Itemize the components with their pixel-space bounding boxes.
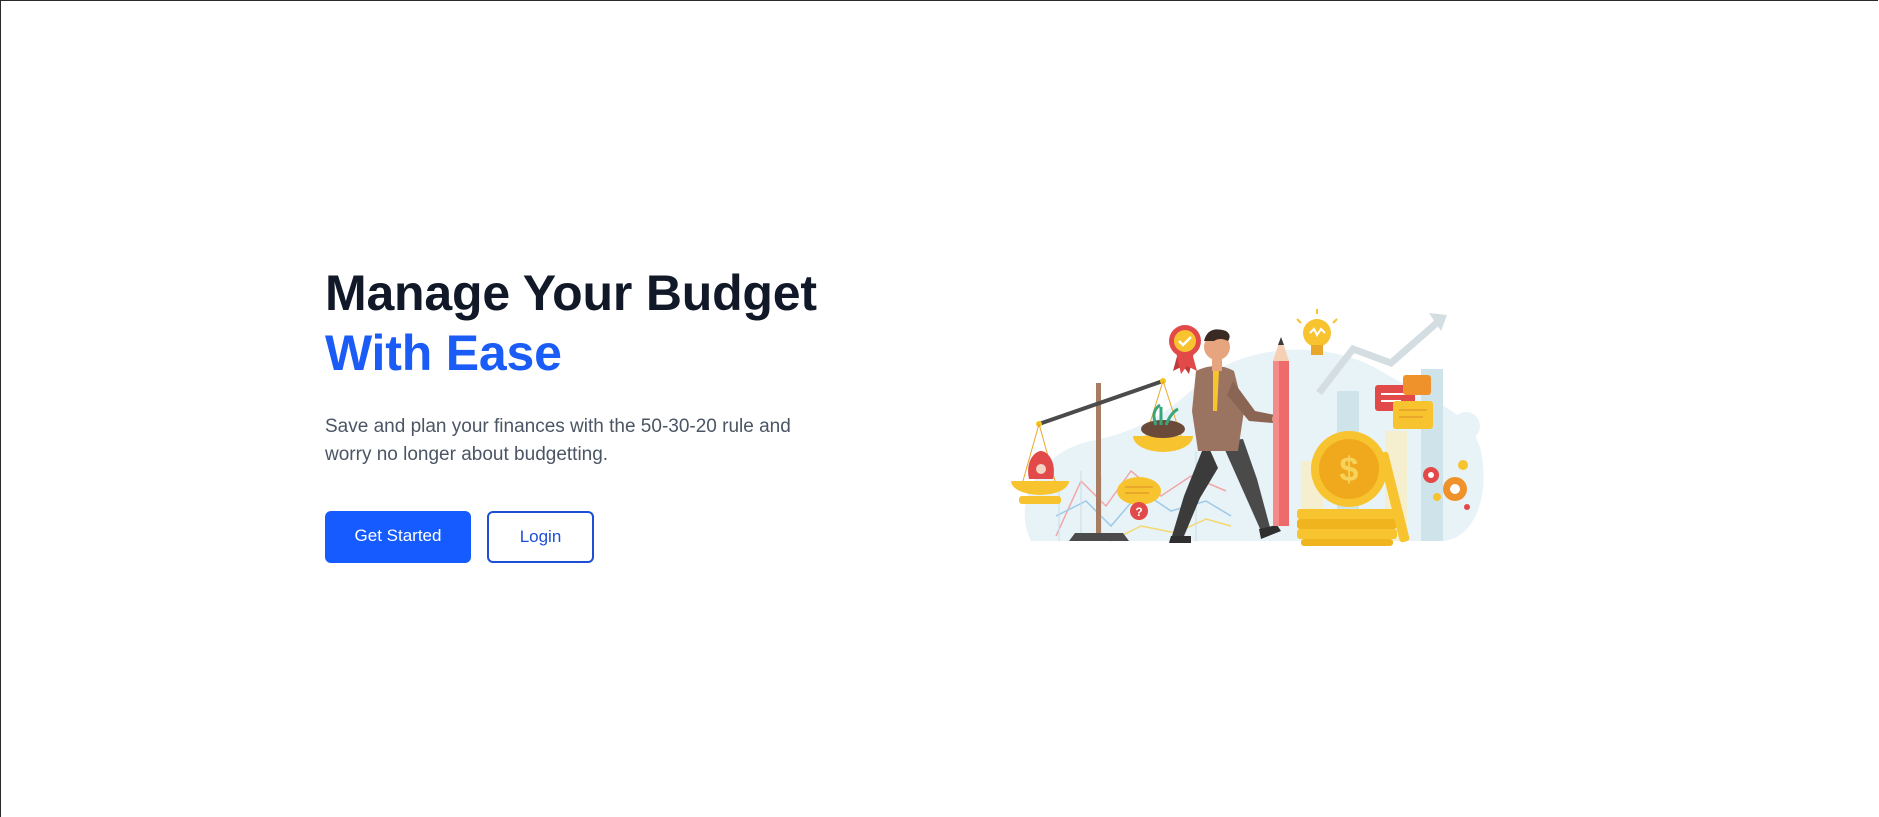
- award-icon: [1169, 325, 1201, 374]
- get-started-button[interactable]: Get Started: [325, 511, 471, 563]
- lightbulb-icon: [1296, 309, 1338, 355]
- hero-actions: Get Started Login: [325, 511, 885, 563]
- page-frame: Manage Your Budget With Ease Save and pl…: [0, 0, 1878, 817]
- budget-illustration: ? $: [1011, 309, 1484, 546]
- headline-accent: With Ease: [325, 325, 562, 381]
- headline-line-1: Manage Your Budget: [325, 265, 817, 321]
- coin-dollar-symbol: $: [1340, 451, 1359, 489]
- hero-headline: Manage Your Budget With Ease: [325, 263, 885, 383]
- hero-section: Manage Your Budget With Ease Save and pl…: [325, 263, 885, 563]
- login-button[interactable]: Login: [487, 511, 594, 563]
- help-symbol: ?: [1135, 505, 1142, 519]
- pencil-icon: [1273, 337, 1289, 526]
- hero-subtitle: Save and plan your finances with the 50-…: [325, 416, 791, 465]
